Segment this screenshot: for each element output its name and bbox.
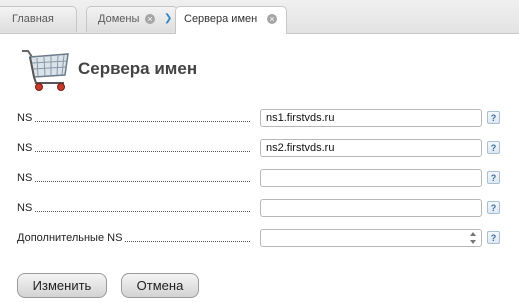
close-icon[interactable]: ×	[267, 14, 277, 24]
ns-label: NS	[17, 202, 35, 214]
ns2-input[interactable]: ns2.firstvds.ru	[260, 139, 482, 157]
resize-arrows-icon[interactable]	[469, 231, 477, 245]
ns-row-3: NS ?	[0, 169, 519, 187]
close-icon[interactable]: ×	[145, 14, 155, 24]
help-icon[interactable]: ?	[487, 171, 500, 184]
ns-row-2: NS ns2.firstvds.ru ?	[0, 139, 519, 157]
ns-row-1: NS ns1.firstvds.ru ?	[0, 109, 519, 127]
ns-label: NS	[17, 112, 35, 124]
page-title: Сервера имен	[78, 59, 198, 78]
additional-ns-textarea[interactable]	[260, 229, 482, 247]
help-icon[interactable]: ?	[487, 231, 500, 244]
ns-label: NS	[17, 142, 35, 154]
help-icon[interactable]: ?	[487, 141, 500, 154]
ns1-input[interactable]: ns1.firstvds.ru	[260, 109, 482, 127]
leader-dots	[17, 181, 250, 182]
submit-button[interactable]: Изменить	[17, 273, 107, 298]
additional-ns-label: Дополнительные NS	[17, 232, 125, 244]
chevron-right-icon: ❯	[164, 13, 173, 24]
leader-dots	[17, 121, 250, 122]
ns4-input[interactable]	[260, 199, 482, 217]
ns-label: NS	[17, 172, 35, 184]
help-icon[interactable]: ?	[487, 201, 500, 214]
leader-dots	[17, 151, 250, 152]
cancel-button[interactable]: Отмена	[121, 273, 199, 298]
tab-bar: Главная Домены × ❯ Сервера имен ×	[0, 0, 519, 34]
tab-nameservers-label: Сервера имен	[184, 13, 258, 25]
tab-nameservers[interactable]: Сервера имен ×	[175, 6, 287, 34]
tab-home-label: Главная	[12, 13, 54, 25]
additional-ns-row: Дополнительные NS ?	[0, 229, 519, 247]
tab-domains-label: Домены	[98, 13, 140, 25]
tab-domains[interactable]: Домены × ❯	[86, 6, 178, 32]
help-icon[interactable]: ?	[487, 111, 500, 124]
ns3-input[interactable]	[260, 169, 482, 187]
leader-dots	[17, 211, 250, 212]
shopping-cart-icon	[22, 50, 69, 91]
tab-home[interactable]: Главная	[0, 6, 77, 32]
ns-row-4: NS ?	[0, 199, 519, 217]
